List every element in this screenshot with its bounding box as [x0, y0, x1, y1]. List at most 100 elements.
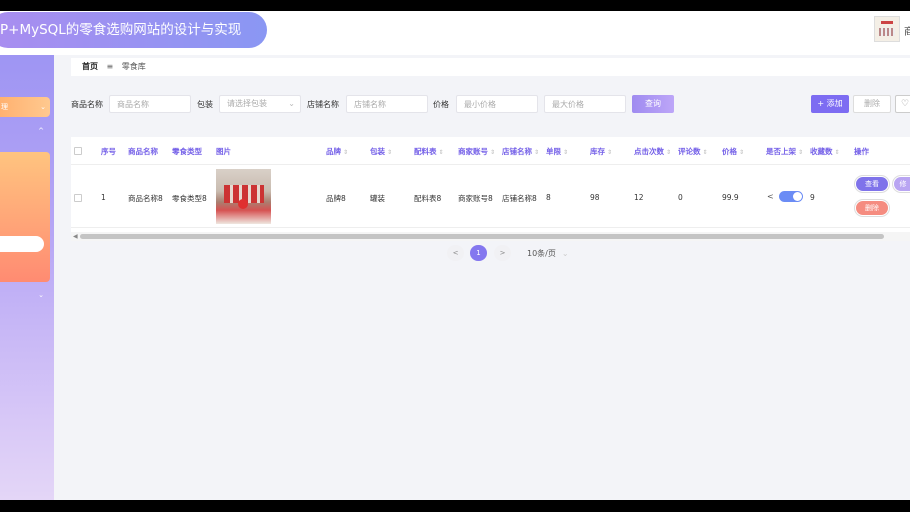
col-label: 收藏数 — [810, 147, 833, 156]
col-clicks[interactable]: 点击次数 ⇕ — [634, 146, 671, 157]
col-on-shelf[interactable]: 是否上架 ⇕ — [766, 146, 803, 157]
sidebar: 理 ⌄ ^ ⌄ — [0, 55, 54, 500]
col-merchant[interactable]: 商家账号 ⇕ — [458, 146, 495, 157]
table-header: 序号 商品名称 零食类型 图片 品牌 ⇕ 包装 ⇕ 配料表 ⇕ 商家账号 ⇕ 店铺名称 ⇕… — [71, 137, 910, 165]
package-select[interactable]: 请选择包装 ⌄ — [219, 95, 301, 113]
app-title: P+MySQL的零食选购网站的设计与实现 — [0, 12, 267, 48]
col-label: 价格 — [722, 147, 737, 156]
product-image[interactable] — [216, 169, 271, 224]
sort-icon: ⇕ — [343, 149, 349, 156]
chevron-down-icon: ⌄ — [288, 99, 295, 108]
cell-stock: 98 — [590, 193, 600, 202]
col-label: 点击次数 — [634, 147, 664, 156]
price-label: 价格 — [433, 100, 449, 109]
breadcrumb: 首页 ≡ 零食库 — [71, 58, 910, 76]
sort-icon: ⇕ — [834, 149, 840, 156]
cell-limit: 8 — [546, 193, 551, 202]
sidebar-item-management[interactable]: 理 ⌄ — [0, 97, 50, 117]
sort-icon: ⇕ — [702, 149, 708, 156]
breadcrumb-separator-icon: ≡ — [106, 62, 114, 71]
sort-icon: ⇕ — [666, 149, 672, 156]
col-favorites[interactable]: 收藏数 ⇕ — [810, 146, 840, 157]
package-label: 包装 — [197, 100, 213, 109]
col-label: 包装 — [370, 147, 385, 156]
sort-icon: ⇕ — [798, 149, 804, 156]
col-label: 单限 — [546, 147, 561, 156]
avatar[interactable] — [874, 16, 900, 42]
shop-name-input[interactable] — [346, 95, 428, 113]
table-row: 1 商品名称8 零食类型8 品牌8 罐装 配料表8 商家账号8 店铺名称8 8 … — [71, 166, 910, 228]
col-label: 库存 — [590, 147, 605, 156]
chevron-up-icon: ^ — [38, 127, 44, 135]
horizontal-scrollbar[interactable]: ◀ — [71, 232, 910, 241]
col-label: 店铺名称 — [502, 147, 532, 156]
page-size-select[interactable]: 10条/页 ⌄ — [527, 248, 569, 259]
col-type[interactable]: 零食类型 — [172, 146, 202, 157]
sidebar-item-collapsed[interactable]: ⌄ — [0, 291, 50, 305]
sidebar-item-label: 理 — [1, 103, 8, 111]
on-shelf-toggle[interactable] — [779, 191, 803, 202]
sort-icon: ⇕ — [490, 149, 496, 156]
col-label: 是否上架 — [766, 147, 796, 156]
scroll-left-icon[interactable]: ◀ — [73, 233, 78, 240]
sort-icon: ⇕ — [739, 149, 745, 156]
shop-name-label: 店铺名称 — [307, 100, 339, 109]
package-select-placeholder: 请选择包装 — [227, 99, 267, 108]
edit-button[interactable]: 修 — [893, 176, 910, 192]
cell-shop: 店铺名称8 — [502, 194, 537, 203]
sidebar-item-expanded[interactable]: ^ — [0, 125, 50, 141]
cell-index: 1 — [101, 193, 106, 202]
max-price-input[interactable] — [544, 95, 626, 113]
sort-icon: ⇕ — [607, 149, 613, 156]
sidebar-submenu — [0, 152, 50, 282]
add-button[interactable]: + 添加 — [811, 95, 849, 113]
cell-comments: 0 — [678, 193, 683, 202]
col-limit[interactable]: 单限 ⇕ — [546, 146, 568, 157]
chevron-down-icon: ⌄ — [561, 249, 569, 258]
top-bar: P+MySQL的零食选购网站的设计与实现 商 — [0, 11, 910, 55]
cell-clicks: 12 — [634, 193, 644, 202]
select-all-checkbox[interactable] — [74, 147, 82, 155]
chevron-down-icon: ⌄ — [38, 291, 44, 299]
cell-brand: 品牌8 — [326, 194, 346, 203]
user-name[interactable]: 商 — [904, 23, 910, 38]
cell-name: 商品名称8 — [128, 194, 163, 203]
breadcrumb-home[interactable]: 首页 — [82, 62, 98, 71]
heart-icon[interactable]: ♡ — [895, 95, 910, 113]
cell-type: 零食类型8 — [172, 194, 207, 203]
row-checkbox[interactable] — [74, 194, 82, 202]
prev-page-button[interactable]: < — [447, 245, 464, 261]
sort-icon: ⇕ — [438, 149, 444, 156]
col-stock[interactable]: 库存 ⇕ — [590, 146, 612, 157]
breadcrumb-current: 零食库 — [121, 62, 146, 71]
share-icon[interactable]: < — [767, 192, 774, 201]
col-package[interactable]: 包装 ⇕ — [370, 146, 392, 157]
col-image: 图片 — [216, 147, 231, 156]
filter-bar: 商品名称 包装 请选择包装 ⌄ 店铺名称 价格 查询 + 添加 删除 ♡ — [71, 95, 910, 115]
min-price-input[interactable] — [456, 95, 538, 113]
col-ingredients[interactable]: 配料表 ⇕ — [414, 146, 444, 157]
chevron-down-icon: ⌄ — [40, 103, 46, 111]
view-button[interactable]: 查看 — [855, 176, 889, 192]
col-index: 序号 — [101, 147, 116, 156]
row-delete-button[interactable]: 删除 — [855, 200, 889, 216]
page-1-button[interactable]: 1 — [470, 245, 487, 261]
col-name[interactable]: 商品名称 — [128, 146, 158, 157]
scrollbar-thumb[interactable] — [80, 234, 884, 239]
sort-icon: ⇕ — [534, 149, 540, 156]
col-comments[interactable]: 评论数 ⇕ — [678, 146, 708, 157]
col-label: 评论数 — [678, 147, 701, 156]
cell-favorites: 9 — [810, 193, 815, 202]
col-brand[interactable]: 品牌 ⇕ — [326, 146, 348, 157]
query-button[interactable]: 查询 — [632, 95, 674, 113]
product-name-input[interactable] — [109, 95, 191, 113]
col-label: 品牌 — [326, 147, 341, 156]
next-page-button[interactable]: > — [494, 245, 511, 261]
col-shop[interactable]: 店铺名称 ⇕ — [502, 146, 539, 157]
sidebar-subitem-active[interactable] — [0, 236, 44, 252]
cell-package: 罐装 — [370, 194, 385, 203]
col-price[interactable]: 价格 ⇕ — [722, 146, 744, 157]
product-name-label: 商品名称 — [71, 100, 103, 109]
data-table: 序号 商品名称 零食类型 图片 品牌 ⇕ 包装 ⇕ 配料表 ⇕ 商家账号 ⇕ 店铺名称 ⇕… — [71, 137, 910, 241]
delete-button[interactable]: 删除 — [853, 95, 891, 113]
